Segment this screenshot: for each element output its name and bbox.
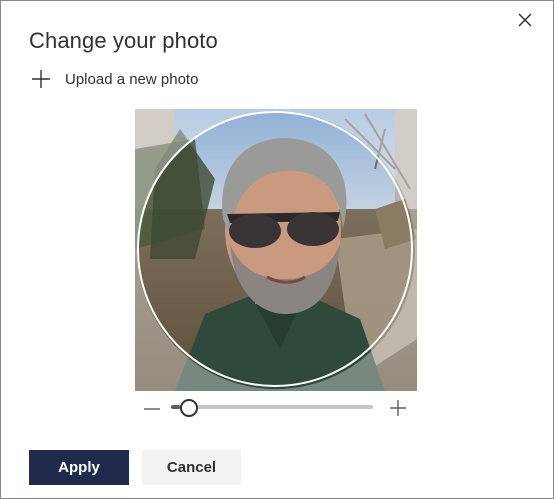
zoom-slider[interactable] [171,405,373,409]
plus-icon [32,70,50,88]
upload-photo-label: Upload a new photo [65,70,199,88]
change-photo-dialog: Change your photo Upload a new photo App… [0,0,554,499]
zoom-slider-fill [171,405,181,409]
photo-image [135,109,417,391]
apply-button[interactable]: Apply [29,450,129,485]
minus-icon[interactable] [142,399,162,419]
close-icon[interactable] [513,8,537,32]
dialog-title: Change your photo [29,28,218,53]
cancel-button[interactable]: Cancel [142,450,241,485]
profile-photo[interactable] [135,109,417,391]
upload-photo-button[interactable]: Upload a new photo [31,67,198,91]
zoom-slider-thumb[interactable] [180,399,199,417]
plus-icon[interactable] [388,398,408,418]
